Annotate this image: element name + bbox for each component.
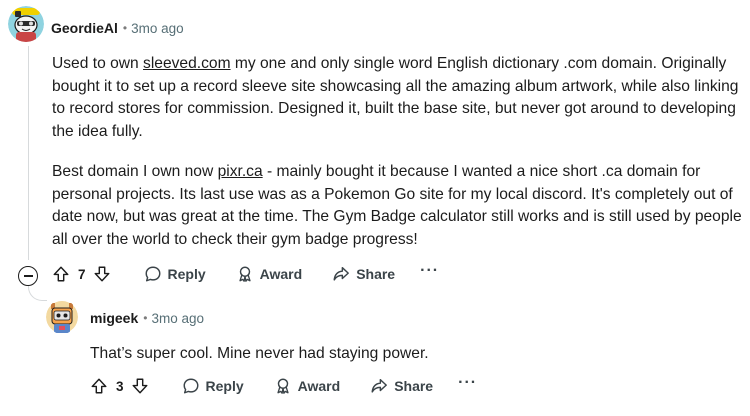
vote-group: 3 <box>90 377 149 395</box>
upvote-arrow-icon <box>91 378 107 394</box>
comment-paragraph: Best domain I own now pixr.ca - mainly b… <box>52 161 742 251</box>
avatar[interactable] <box>46 300 78 334</box>
vote-count: 3 <box>116 378 124 394</box>
speech-bubble-icon <box>183 378 198 394</box>
username[interactable]: migeek <box>90 310 138 326</box>
share-button[interactable]: Share <box>332 265 395 283</box>
downvote-button[interactable] <box>93 265 111 283</box>
thread-branch-line <box>28 284 47 301</box>
award-button[interactable]: Award <box>236 265 303 283</box>
timestamp[interactable]: 3mo ago <box>131 21 184 36</box>
share-label: Share <box>394 378 434 394</box>
comment-body: Used to own sleeved.com my one and only … <box>52 53 742 251</box>
share-button[interactable]: Share <box>370 377 433 395</box>
award-button[interactable]: Award <box>274 377 341 395</box>
username[interactable]: GeordieAl <box>51 20 118 36</box>
thread-line <box>28 46 29 260</box>
timestamp[interactable]: 3mo ago <box>151 311 204 326</box>
comment-action-bar: 3 Reply Award Share ··· <box>90 375 477 395</box>
upvote-button[interactable] <box>90 377 108 395</box>
comment-paragraph: Used to own sleeved.com my one and only … <box>52 53 742 143</box>
snoo-avatar-icon <box>46 301 78 333</box>
award-ribbon-icon <box>239 266 251 282</box>
more-options-icon[interactable]: ··· <box>458 375 477 391</box>
award-label: Award <box>259 266 303 282</box>
comment-action-bar: 7 Reply Award Share ··· <box>52 263 439 283</box>
domain-link-sleeved[interactable]: sleeved.com <box>143 55 231 72</box>
separator-dot: • <box>122 21 128 35</box>
downvote-arrow-icon <box>132 378 147 394</box>
collapse-icon <box>23 275 33 277</box>
downvote-arrow-icon <box>94 266 109 282</box>
comment-paragraph: That’s super cool. Mine never had stayin… <box>90 345 429 362</box>
share-arrow-icon <box>333 266 350 281</box>
snoo-avatar-icon <box>8 6 44 42</box>
reply-label: Reply <box>167 266 206 282</box>
collapse-thread-button[interactable] <box>18 266 38 286</box>
share-arrow-icon <box>371 378 388 393</box>
vote-count: 7 <box>78 266 86 282</box>
reply-button[interactable]: Reply <box>144 265 206 283</box>
share-label: Share <box>356 266 396 282</box>
comment-body: That’s super cool. Mine never had stayin… <box>90 343 730 366</box>
downvote-button[interactable] <box>131 377 149 395</box>
upvote-arrow-icon <box>53 266 69 282</box>
speech-bubble-icon <box>145 266 160 282</box>
reply-button[interactable]: Reply <box>182 377 244 395</box>
comment-header: GeordieAl • 3mo ago <box>51 20 184 36</box>
domain-link-pixr[interactable]: pixr.ca <box>218 163 263 180</box>
comment-header: migeek • 3mo ago <box>90 310 204 326</box>
paragraph-text: Best domain I own now <box>52 163 218 180</box>
award-ribbon-icon <box>277 378 289 394</box>
avatar[interactable] <box>8 6 44 42</box>
vote-group: 7 <box>52 265 111 283</box>
reply-label: Reply <box>205 378 244 394</box>
more-options-icon[interactable]: ··· <box>420 263 439 279</box>
upvote-button[interactable] <box>52 265 70 283</box>
award-label: Award <box>297 378 341 394</box>
paragraph-text: Used to own <box>52 55 144 72</box>
separator-dot: • <box>143 311 148 325</box>
